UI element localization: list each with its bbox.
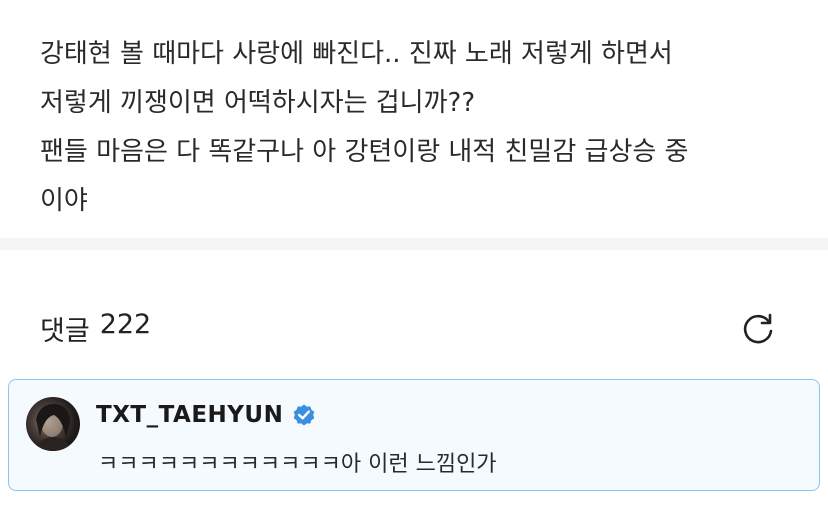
post-body: 강태현 볼 때마다 사랑에 빠진다.. 진짜 노래 저렇게 하면서 저렇게 끼쟁… [40, 30, 810, 226]
comments-count: 222 [99, 308, 152, 340]
avatar[interactable] [26, 397, 80, 451]
comment-text: ㅋㅋㅋㅋㅋㅋㅋㅋㅋㅋㅋㅋ아 이런 느낌인가 [98, 452, 497, 477]
post-line: 저렇게 끼쟁이면 어떡하시자는 겁니까?? [40, 88, 476, 118]
refresh-icon [743, 313, 773, 344]
comments-title: 댓글 222 [40, 309, 151, 348]
comment-author-row: TXT_TAEHYUN [96, 402, 317, 428]
comment-author[interactable]: TXT_TAEHYUN [96, 402, 283, 428]
post-line: 팬들 마음은 다 똑같구나 아 강텬이랑 내적 친밀감 급상승 중 [40, 137, 689, 167]
comments-label: 댓글 [40, 315, 90, 347]
comment-item[interactable]: TXT_TAEHYUN ㅋㅋㅋㅋㅋㅋㅋㅋㅋㅋㅋㅋ아 이런 느낌인가 [8, 379, 820, 491]
verified-badge-icon [294, 404, 315, 426]
refresh-button[interactable] [736, 306, 780, 350]
avatar-image [34, 403, 72, 451]
comments-header: 댓글 222 [40, 306, 788, 350]
section-divider [0, 238, 828, 250]
post-line: 이야 [40, 186, 88, 216]
post-line: 강태현 볼 때마다 사랑에 빠진다.. 진짜 노래 저렇게 하면서 [40, 39, 673, 69]
